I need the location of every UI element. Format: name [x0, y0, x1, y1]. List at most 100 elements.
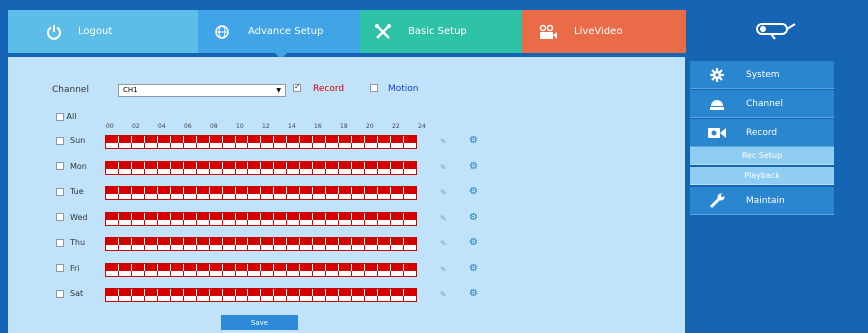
record-label: Record: [313, 84, 345, 94]
hour-label: 06: [184, 123, 192, 130]
tab-advance-setup[interactable]: Advance Setup: [198, 10, 360, 59]
day-row: Mon ✎ ⚙: [56, 160, 696, 175]
day-checkbox[interactable]: [56, 162, 64, 170]
sidebar-item-channel[interactable]: Channel: [690, 90, 834, 118]
channel-select-value: CH1: [123, 86, 138, 94]
record-schedule-panel: Channel CH1 ▼ Record Motion All 00 02 04 06…: [8, 57, 685, 333]
settings-icon[interactable]: ⚙: [469, 263, 478, 274]
sidebar-subitem-rec-setup[interactable]: Rec Setup: [690, 147, 834, 165]
hour-label: 00: [106, 123, 114, 130]
settings-icon[interactable]: ⚙: [469, 186, 478, 197]
schedule-bar[interactable]: [105, 160, 417, 175]
dome-camera-icon: [702, 96, 732, 112]
settings-icon[interactable]: ⚙: [469, 237, 478, 248]
hour-scale: 00 02 04 06 08 10 12 14 16 18 20 22 24: [98, 123, 426, 133]
channel-row: Channel CH1 ▼ Record Motion: [8, 82, 685, 99]
day-label: Tue: [70, 187, 84, 196]
sidebar-subitem-playback[interactable]: Playback: [690, 167, 834, 185]
sidebar-item-channel-label: Channel: [746, 98, 783, 109]
settings-icon[interactable]: ⚙: [469, 288, 478, 299]
hour-label: 24: [418, 123, 426, 130]
eraser-icon[interactable]: ✎: [440, 137, 447, 146]
day-label: Wed: [70, 212, 88, 222]
sidebar-item-system-label: System: [746, 69, 780, 80]
motion-label: Motion: [388, 84, 419, 94]
day-toggle[interactable]: Fri: [56, 264, 80, 273]
all-label: All: [66, 112, 77, 121]
day-checkbox[interactable]: [56, 187, 64, 196]
eraser-icon[interactable]: ✎: [440, 214, 447, 223]
day-checkbox[interactable]: [56, 213, 64, 221]
record-checkbox[interactable]: [293, 82, 301, 93]
hour-label: 02: [132, 123, 140, 130]
day-checkbox[interactable]: [56, 238, 64, 247]
brand-logo: [686, 10, 861, 53]
schedule-bar[interactable]: [105, 135, 417, 149]
all-days-toggle[interactable]: All: [56, 112, 76, 121]
chevron-down-icon: ▼: [276, 87, 281, 94]
save-button[interactable]: Save: [221, 315, 298, 330]
day-row: Fri ✎ ⚙: [56, 262, 696, 277]
tab-basic-setup[interactable]: Basic Setup: [360, 10, 522, 53]
day-toggle[interactable]: Wed: [56, 213, 87, 222]
motion-checkbox[interactable]: [370, 83, 378, 93]
day-toggle[interactable]: Tue: [56, 187, 84, 196]
wrench-icon: [702, 192, 732, 210]
eraser-icon[interactable]: ✎: [440, 188, 447, 197]
settings-icon[interactable]: ⚙: [469, 212, 478, 223]
sidebar-item-record[interactable]: Record: [690, 119, 834, 147]
day-label: Thu: [70, 238, 86, 247]
tab-live-video-label: LiveVideo: [574, 26, 623, 37]
tab-live-video[interactable]: LiveVideo: [522, 10, 686, 53]
tab-basic-setup-label: Basic Setup: [408, 26, 467, 37]
day-label: Mon: [70, 161, 87, 171]
eraser-icon[interactable]: ✎: [440, 239, 447, 248]
schedule-bar[interactable]: [105, 211, 417, 226]
channel-select[interactable]: CH1 ▼: [118, 84, 286, 97]
sidebar-item-record-label: Record: [746, 127, 778, 138]
schedule-bar[interactable]: [105, 262, 417, 277]
tools-icon: [374, 23, 392, 41]
channel-label: Channel: [52, 85, 89, 95]
gear-icon: [702, 67, 732, 82]
schedule-bar[interactable]: [105, 186, 417, 200]
record-camera-icon: [702, 127, 732, 139]
day-checkbox[interactable]: [56, 289, 64, 298]
day-row: Wed ✎ ⚙: [56, 211, 696, 226]
schedule-bar[interactable]: [105, 237, 417, 251]
tab-logout-label: Logout: [78, 26, 113, 37]
hour-label: 16: [314, 123, 322, 130]
day-row: Thu ✎ ⚙: [56, 237, 696, 251]
day-toggle[interactable]: Mon: [56, 162, 87, 171]
sidebar: System Channel Record Rec Setup Playback…: [690, 57, 860, 333]
schedule-bar[interactable]: [105, 288, 417, 302]
day-toggle[interactable]: Sun: [56, 136, 85, 145]
cctv-camera-icon: [751, 20, 797, 43]
hour-label: 22: [392, 123, 400, 130]
day-toggle[interactable]: Thu: [56, 238, 85, 247]
power-icon: [46, 24, 62, 40]
day-checkbox[interactable]: [56, 264, 64, 272]
all-checkbox[interactable]: [56, 112, 64, 121]
day-row: Sun ✎ ⚙: [56, 135, 696, 149]
hour-label: 10: [236, 123, 244, 130]
tab-logout[interactable]: Logout: [8, 10, 198, 53]
day-label: Fri: [70, 263, 80, 273]
eraser-icon[interactable]: ✎: [440, 290, 447, 299]
tab-advance-setup-label: Advance Setup: [248, 26, 324, 37]
hour-label: 08: [210, 123, 218, 130]
day-row: Tue ✎ ⚙: [56, 186, 696, 200]
settings-icon[interactable]: ⚙: [469, 161, 478, 172]
sidebar-item-maintain[interactable]: Maintain: [690, 187, 834, 215]
day-toggle[interactable]: Sat: [56, 289, 83, 298]
day-checkbox[interactable]: [56, 136, 64, 145]
settings-icon[interactable]: ⚙: [469, 135, 478, 146]
globe-icon: [212, 24, 232, 40]
hour-label: 18: [340, 123, 348, 130]
sidebar-item-maintain-label: Maintain: [746, 195, 785, 206]
hour-label: 14: [288, 123, 296, 130]
eraser-icon[interactable]: ✎: [440, 163, 447, 172]
day-label: Sat: [70, 289, 84, 298]
sidebar-item-system[interactable]: System: [690, 61, 834, 89]
eraser-icon[interactable]: ✎: [440, 265, 447, 274]
